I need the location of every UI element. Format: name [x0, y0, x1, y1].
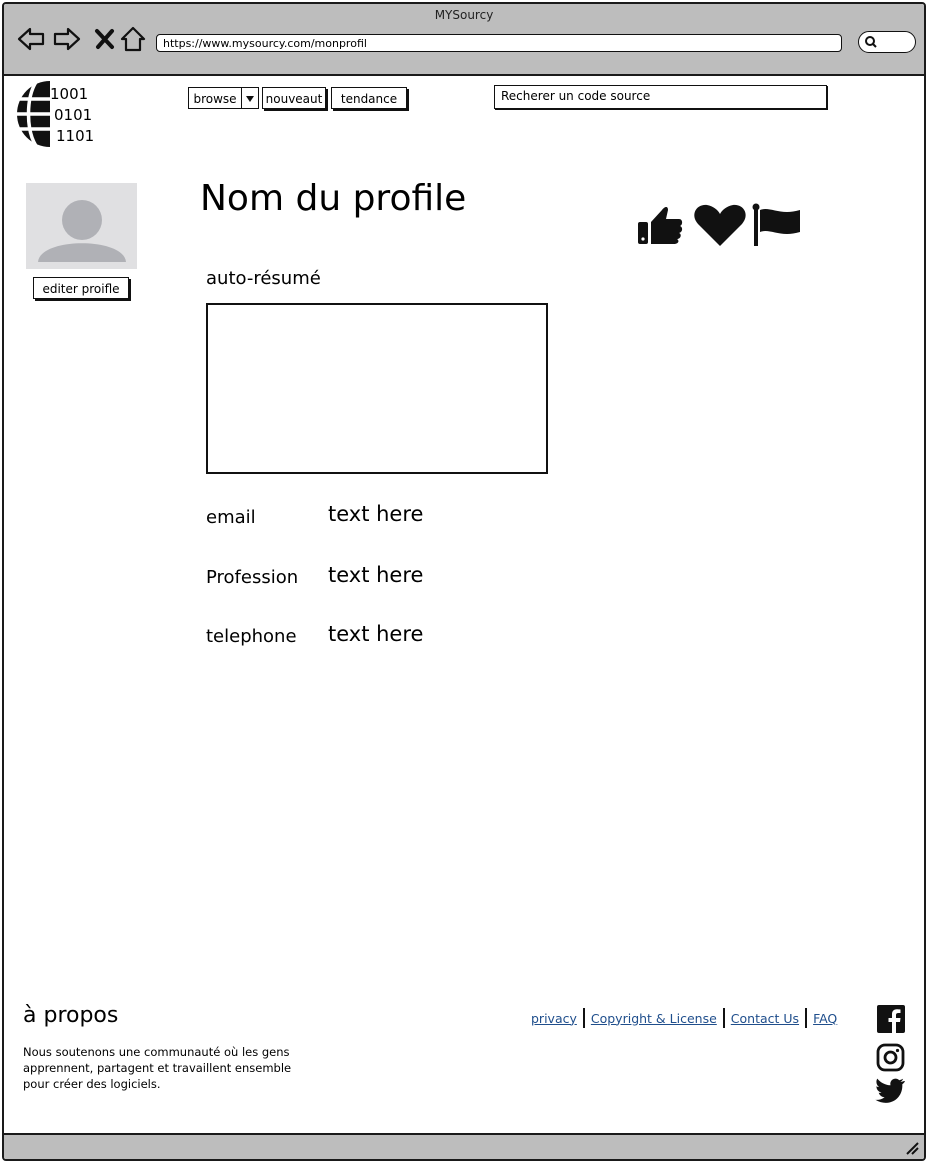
- browser-search-button[interactable]: [858, 31, 916, 53]
- logo-bits-line: 1101: [56, 127, 95, 145]
- twitter-icon[interactable]: [874, 1076, 906, 1106]
- status-bar: [4, 1133, 924, 1159]
- email-value: text here: [328, 502, 424, 526]
- thumbs-up-icon[interactable]: [638, 206, 683, 244]
- email-label: email: [206, 507, 256, 528]
- faq-link[interactable]: FAQ: [807, 1011, 843, 1026]
- user-silhouette-icon: [38, 200, 126, 262]
- about-text: Nous soutenons une communauté où les gen…: [23, 1045, 292, 1091]
- profile-actions: [638, 203, 801, 247]
- logo-bits-line: 0101: [54, 106, 93, 124]
- instagram-icon[interactable]: [874, 1043, 906, 1073]
- profession-value: text here: [328, 563, 424, 587]
- contact-us-link[interactable]: Contact Us: [725, 1011, 805, 1026]
- forward-arrow-icon[interactable]: [52, 24, 82, 54]
- logo-bits-line: 1001: [50, 85, 89, 103]
- nouveaut-button[interactable]: nouveaut: [262, 87, 326, 109]
- telephone-label: telephone: [206, 626, 297, 647]
- browse-button[interactable]: browse: [188, 87, 242, 109]
- logo-binary-text: 1001 0101 1101: [50, 84, 94, 147]
- heart-icon[interactable]: [694, 204, 746, 246]
- bio-label: auto-résumé: [206, 268, 321, 289]
- stop-icon[interactable]: [90, 24, 120, 54]
- browser-chrome: MYSourcy https://www.mysourcy.com/monpro…: [4, 4, 924, 76]
- browser-window: MYSourcy https://www.mysourcy.com/monpro…: [2, 2, 926, 1161]
- footer-links: privacy Copyright & License Contact Us F…: [525, 1008, 843, 1028]
- privacy-link[interactable]: privacy: [525, 1011, 583, 1026]
- page-title: Nom du profile: [200, 178, 467, 219]
- profession-label: Profession: [206, 567, 299, 588]
- avatar: [26, 183, 137, 269]
- copyright-license-link[interactable]: Copyright & License: [585, 1011, 723, 1026]
- about-title: à propos: [23, 1003, 119, 1028]
- url-bar[interactable]: https://www.mysourcy.com/monprofil: [156, 34, 842, 52]
- window-title: MYSourcy: [434, 8, 494, 22]
- resize-handle-icon[interactable]: [904, 1140, 920, 1156]
- flag-icon[interactable]: [752, 203, 801, 247]
- home-icon[interactable]: [118, 24, 148, 54]
- facebook-icon[interactable]: [874, 1004, 906, 1034]
- browse-dropdown-arrow[interactable]: [241, 87, 259, 109]
- edit-profile-button[interactable]: editer proifle: [33, 277, 129, 299]
- telephone-value: text here: [328, 622, 424, 646]
- code-search-input[interactable]: Recherer un code source: [494, 85, 827, 109]
- back-arrow-icon[interactable]: [16, 24, 46, 54]
- search-icon: [865, 36, 877, 48]
- bio-textarea[interactable]: [206, 303, 548, 474]
- tendance-button[interactable]: tendance: [331, 87, 407, 109]
